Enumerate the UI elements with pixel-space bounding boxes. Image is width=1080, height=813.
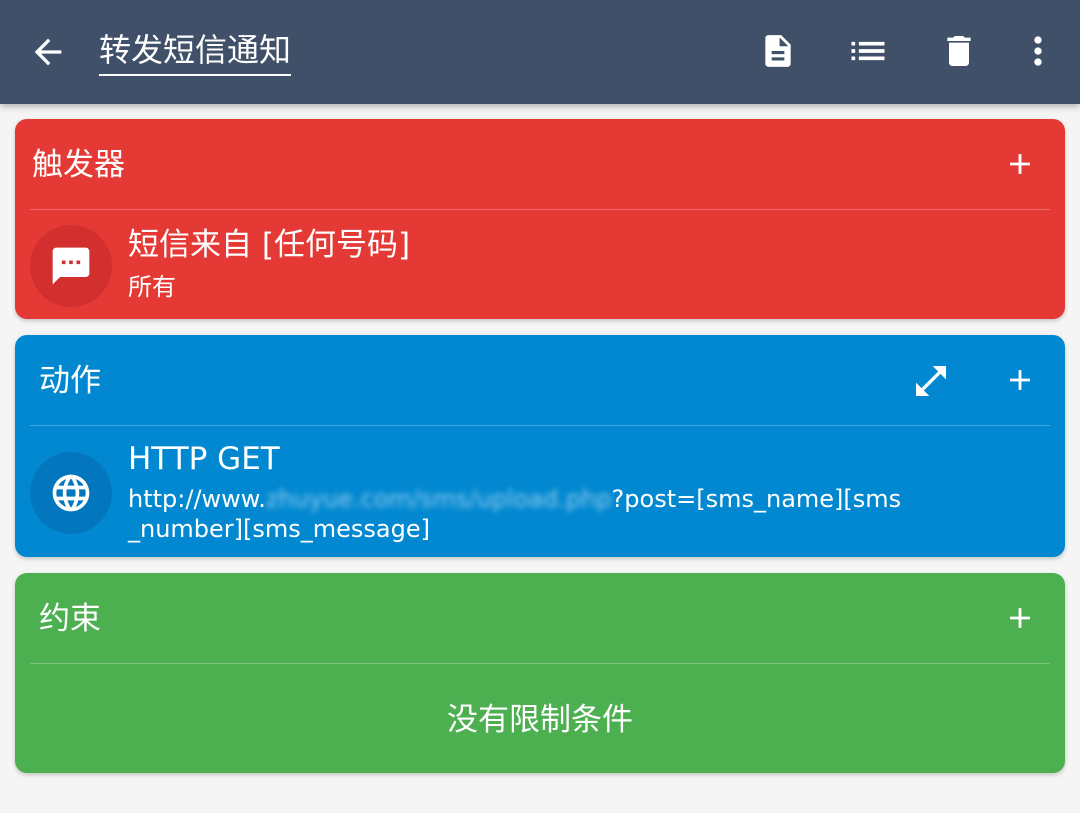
no-constraints-text: 没有限制条件 [447, 702, 633, 738]
document-icon [765, 35, 791, 67]
trigger-item-subtitle: 所有 [128, 273, 176, 301]
more-options-button[interactable] [1016, 28, 1060, 74]
action-divider [30, 425, 1050, 426]
trigger-card: 触发器 短信来自 [任何号码] 所有 [15, 119, 1065, 319]
list-button[interactable] [846, 28, 890, 74]
globe-icon [52, 474, 90, 512]
add-constraint-icon[interactable] [1003, 601, 1037, 635]
add-action-icon[interactable] [1003, 363, 1037, 397]
url-query-line2: _number][sms_message] [128, 515, 431, 543]
more-vertical-icon [1034, 36, 1042, 66]
action-card: 动作 HTTP GET http://www.zhuyue.com/sms/up… [15, 335, 1065, 557]
message-icon [52, 247, 90, 285]
document-button[interactable] [756, 28, 800, 74]
action-item-url: http://www.zhuyue.com/sms/upload.php?pos… [128, 484, 948, 544]
url-prefix: http://www. [128, 485, 266, 513]
trigger-divider [30, 209, 1050, 210]
add-trigger-icon[interactable] [1003, 147, 1037, 181]
action-item-title: HTTP GET [128, 441, 280, 477]
constraint-divider [30, 663, 1050, 664]
url-blurred-domain: zhuyue.com/sms/upload.php [265, 485, 612, 513]
app-bar: 转发短信通知 [0, 0, 1080, 104]
trigger-header: 触发器 [32, 147, 125, 183]
delete-icon [947, 36, 971, 66]
constraint-card: 约束 没有限制条件 [15, 573, 1065, 773]
macro-name-field[interactable]: 转发短信通知 [99, 28, 292, 76]
action-header: 动作 [39, 363, 101, 399]
delete-button[interactable] [937, 28, 981, 74]
back-arrow-icon[interactable] [28, 32, 68, 72]
expand-icon[interactable] [911, 361, 951, 401]
list-icon [851, 41, 885, 61]
constraint-header: 约束 [39, 601, 101, 637]
action-item-icon-circle [30, 452, 112, 534]
trigger-item-title: 短信来自 [任何号码] [128, 227, 411, 263]
trigger-item-icon-circle [30, 225, 112, 307]
url-query-line1: ?post=[sms_name][sms [611, 485, 902, 513]
